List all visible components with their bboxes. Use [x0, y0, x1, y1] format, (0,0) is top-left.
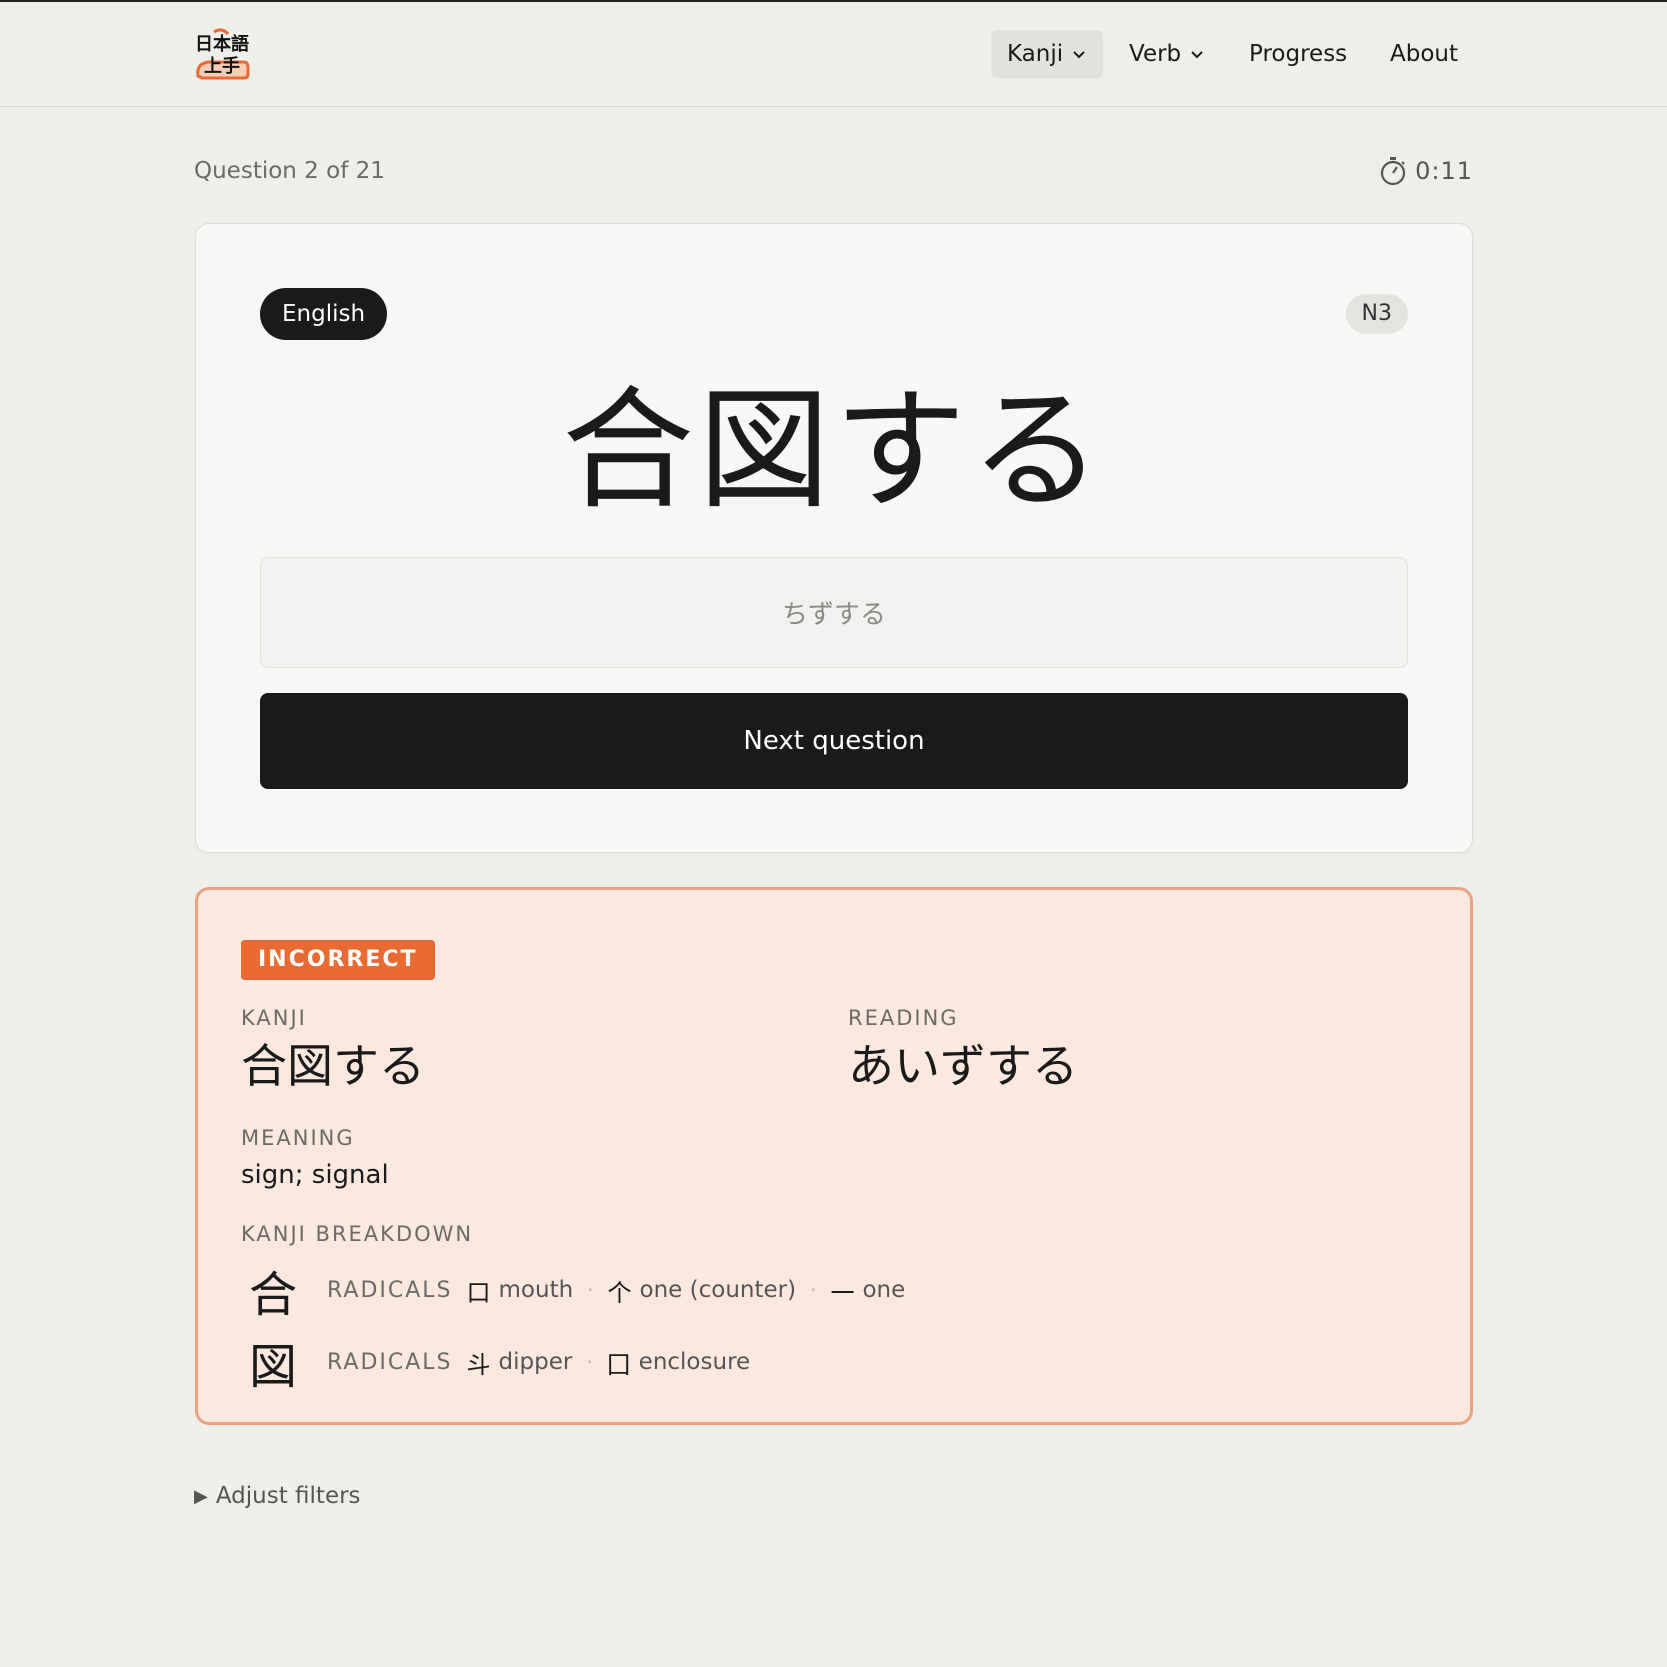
nav-progress-label: Progress — [1249, 41, 1348, 67]
meaning-value: sign; signal — [241, 1160, 389, 1190]
mode-pill[interactable]: English — [260, 288, 388, 340]
jlpt-level-badge: N3 — [1345, 294, 1408, 334]
separator-dot: · — [586, 1350, 593, 1374]
result-panel: INCORRECT KANJI 合図する READING あいずする MEANI… — [195, 887, 1473, 1425]
quiz-timer: 0:11 — [1379, 156, 1473, 186]
nav-progress[interactable]: Progress — [1249, 30, 1347, 78]
question-counter: Question 2 of 21 — [194, 158, 385, 184]
radical-meaning: dipper — [498, 1349, 573, 1375]
logo-text-top: 日本語 — [195, 33, 249, 55]
reading-label: READING — [848, 1006, 959, 1030]
radical-item: 口 mouth — [467, 1273, 574, 1308]
radical-glyph: 囗 — [606, 1350, 631, 1379]
nav-about-label: About — [1390, 41, 1459, 67]
radicals-label: RADICALS — [327, 1349, 453, 1375]
breakdown-kanji: 図 — [248, 1339, 297, 1395]
radical-meaning: one (counter) — [639, 1277, 797, 1303]
radicals-label: RADICALS — [327, 1277, 453, 1303]
app-logo[interactable]: 日本語 上手 — [194, 28, 250, 80]
nav-verb-label: Verb — [1129, 41, 1182, 67]
chevron-down-icon — [1073, 51, 1085, 59]
radical-meaning: enclosure — [638, 1349, 751, 1375]
breakdown-row: 合 RADICALS 口 mouth · 个 one (counter) · 一… — [241, 1260, 905, 1323]
nav-kanji[interactable]: Kanji — [991, 30, 1104, 78]
radical-glyph: 斗 — [466, 1350, 491, 1379]
chevron-down-icon — [1191, 51, 1203, 59]
radical-item: 一 one — [830, 1273, 905, 1308]
breakdown-kanji: 合 — [248, 1267, 297, 1323]
kanji-label: KANJI — [241, 1006, 307, 1030]
logo-text-bottom: 上手 — [204, 55, 240, 77]
radical-glyph: 口 — [466, 1278, 491, 1307]
radical-meaning: mouth — [498, 1277, 574, 1303]
radical-item: 囗 enclosure — [607, 1345, 751, 1380]
adjust-filters-label: Adjust filters — [215, 1483, 361, 1509]
answer-input[interactable] — [260, 557, 1408, 668]
kanji-value: 合図する — [241, 1039, 425, 1093]
reading-value: あいずする — [848, 1039, 1078, 1093]
nav-about[interactable]: About — [1390, 30, 1458, 78]
stopwatch-icon — [1380, 157, 1406, 186]
top-navbar: 日本語 上手 Kanji Verb Progress About — [0, 2, 1667, 107]
adjust-filters-toggle[interactable]: ▶ Adjust filters — [194, 1483, 361, 1509]
breakdown-label: KANJI BREAKDOWN — [241, 1222, 474, 1246]
radical-item: 斗 dipper — [467, 1345, 573, 1380]
meaning-label: MEANING — [241, 1126, 355, 1150]
radical-item: 个 one (counter) — [608, 1273, 797, 1308]
breakdown-row: 図 RADICALS 斗 dipper · 囗 enclosure — [241, 1332, 751, 1395]
separator-dot: · — [810, 1278, 817, 1302]
nav-verb[interactable]: Verb — [1129, 30, 1205, 78]
separator-dot: · — [587, 1278, 594, 1302]
radical-meaning: one — [862, 1277, 906, 1303]
radical-glyph: 一 — [830, 1278, 855, 1307]
triangle-right-icon: ▶ — [194, 1485, 208, 1507]
prompt-word: 合図する — [562, 374, 1106, 528]
nav-kanji-label: Kanji — [1007, 41, 1064, 67]
question-card: English N3 合図する Next question — [195, 223, 1473, 853]
status-badge: INCORRECT — [241, 940, 435, 980]
next-question-button[interactable]: Next question — [260, 693, 1408, 789]
radical-glyph: 个 — [607, 1278, 632, 1307]
timer-value: 0:11 — [1415, 157, 1473, 185]
logo-mark: 日本語 上手 — [195, 28, 250, 80]
